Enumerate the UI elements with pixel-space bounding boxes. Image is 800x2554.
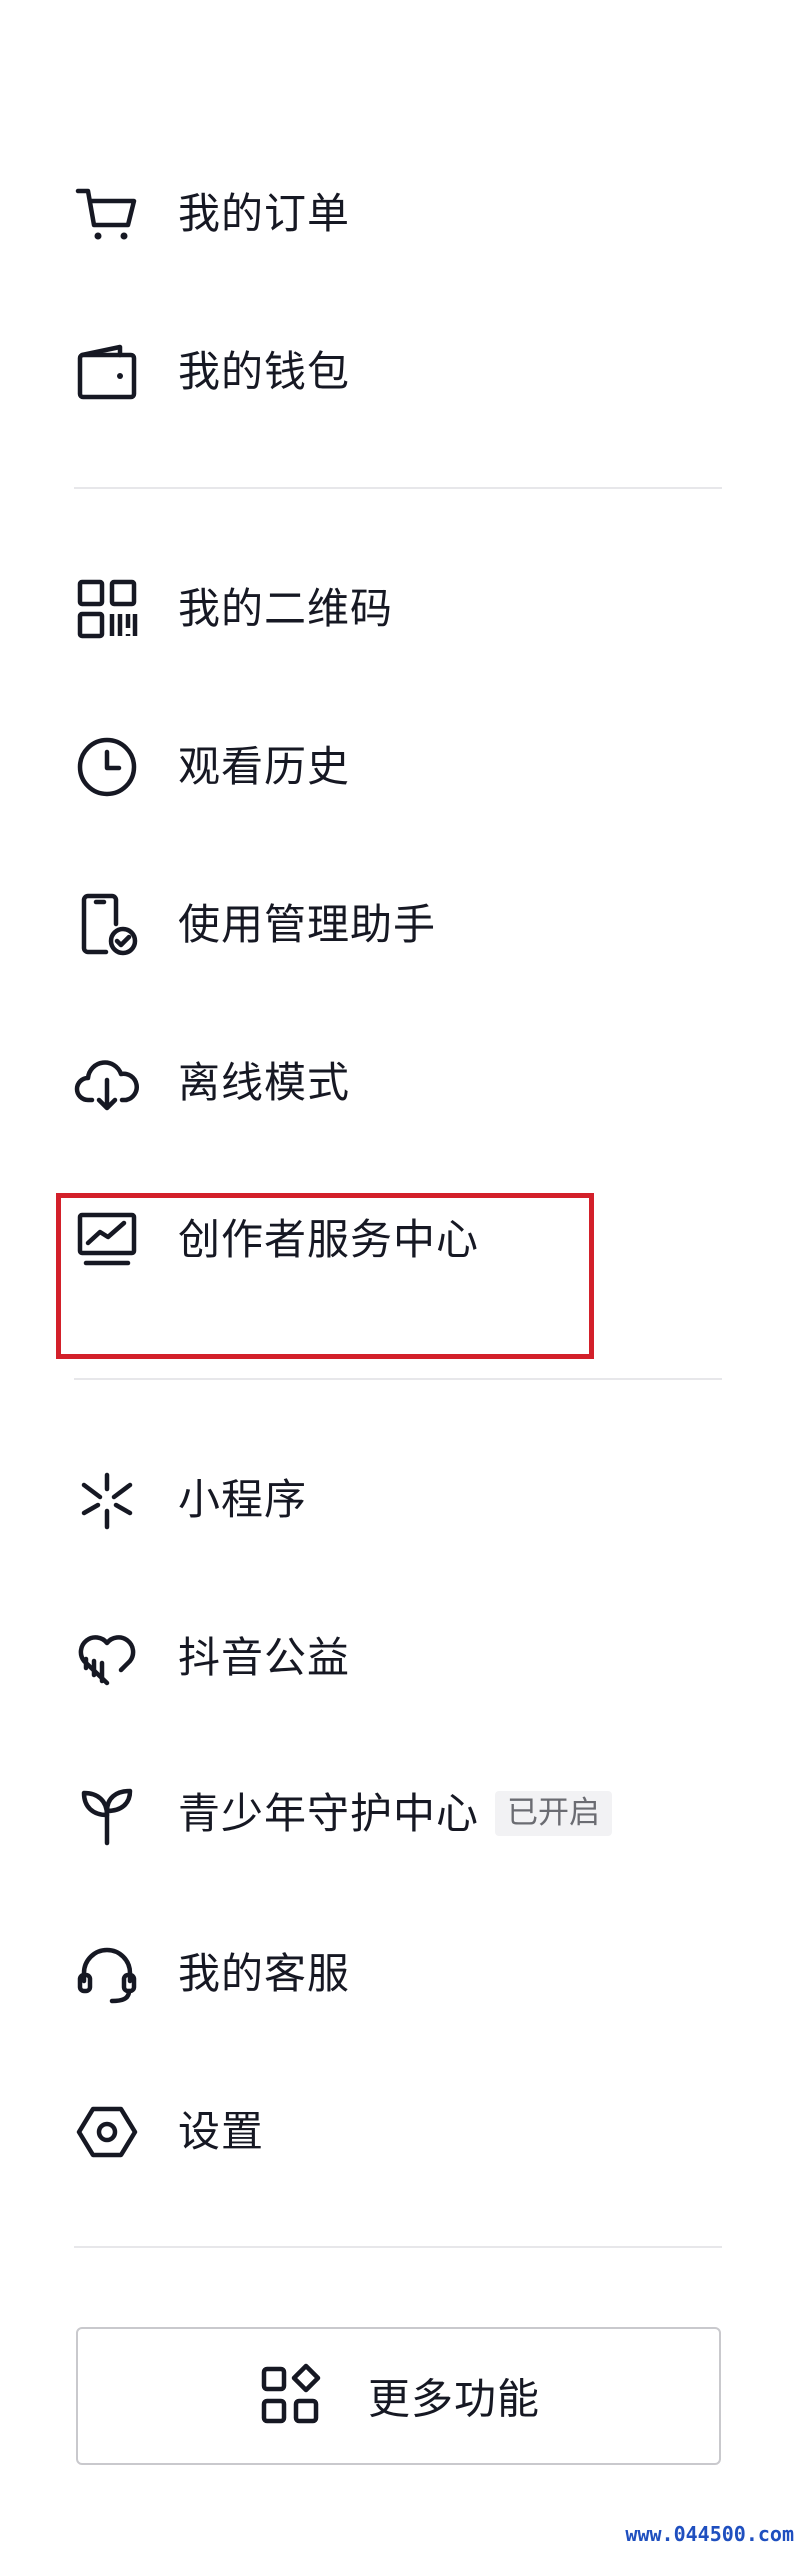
grid-shapes-icon <box>256 2361 326 2431</box>
clock-icon <box>72 732 142 802</box>
watermark-text: www.044500.com <box>625 2522 794 2546</box>
menu-item-settings[interactable]: 设置 <box>0 2077 720 2187</box>
highlight-box <box>56 1193 594 1359</box>
menu-item-label-text: 青少年守护中心 <box>178 1789 480 1838</box>
menu-item-charity[interactable]: 抖音公益 <box>0 1603 720 1713</box>
menu-item-usage-assistant[interactable]: 使用管理助手 <box>0 870 720 980</box>
menu-item-mini-programs[interactable]: 小程序 <box>0 1445 720 1555</box>
menu-item-label: 使用管理助手 <box>178 900 437 949</box>
mini-program-icon <box>72 1465 142 1535</box>
sprout-icon <box>72 1781 142 1851</box>
menu-item-label: 抖音公益 <box>178 1633 351 1682</box>
menu-item-label: 我的钱包 <box>178 347 351 396</box>
status-badge: 已开启 <box>495 1791 613 1836</box>
menu-item-label: 小程序 <box>178 1475 308 1524</box>
headset-icon <box>72 1939 142 2009</box>
menu-item-label: 青少年守护中心 已开启 <box>178 1791 613 1839</box>
wallet-icon <box>72 337 142 407</box>
qrcode-icon <box>72 574 142 644</box>
menu-item-qrcode[interactable]: 我的二维码 <box>0 554 720 664</box>
menu-item-customer-service[interactable]: 我的客服 <box>0 1919 720 2029</box>
menu-item-label: 离线模式 <box>178 1058 351 1107</box>
hexagon-settings-icon <box>72 2097 142 2167</box>
menu-item-label: 我的二维码 <box>178 584 394 633</box>
cloud-download-icon <box>72 1048 142 1118</box>
menu-item-offline-mode[interactable]: 离线模式 <box>0 1028 720 1138</box>
cart-icon <box>72 179 142 249</box>
section-divider <box>74 1378 722 1380</box>
menu-item-wallet[interactable]: 我的钱包 <box>0 317 720 427</box>
more-features-label: 更多功能 <box>368 2374 541 2424</box>
menu-item-label: 设置 <box>178 2107 265 2156</box>
menu-item-orders[interactable]: 我的订单 <box>0 159 720 269</box>
section-divider <box>74 487 722 489</box>
more-features-button[interactable]: 更多功能 <box>76 2327 721 2465</box>
phone-check-icon <box>72 890 142 960</box>
menu-item-label: 我的客服 <box>178 1949 351 1998</box>
menu-item-history[interactable]: 观看历史 <box>0 712 720 822</box>
menu-item-youth-protection[interactable]: 青少年守护中心 已开启 <box>0 1761 720 1871</box>
section-divider <box>74 2246 722 2248</box>
heart-charity-icon <box>72 1623 142 1693</box>
menu-item-label: 观看历史 <box>178 742 351 791</box>
menu-item-label: 我的订单 <box>178 189 351 238</box>
